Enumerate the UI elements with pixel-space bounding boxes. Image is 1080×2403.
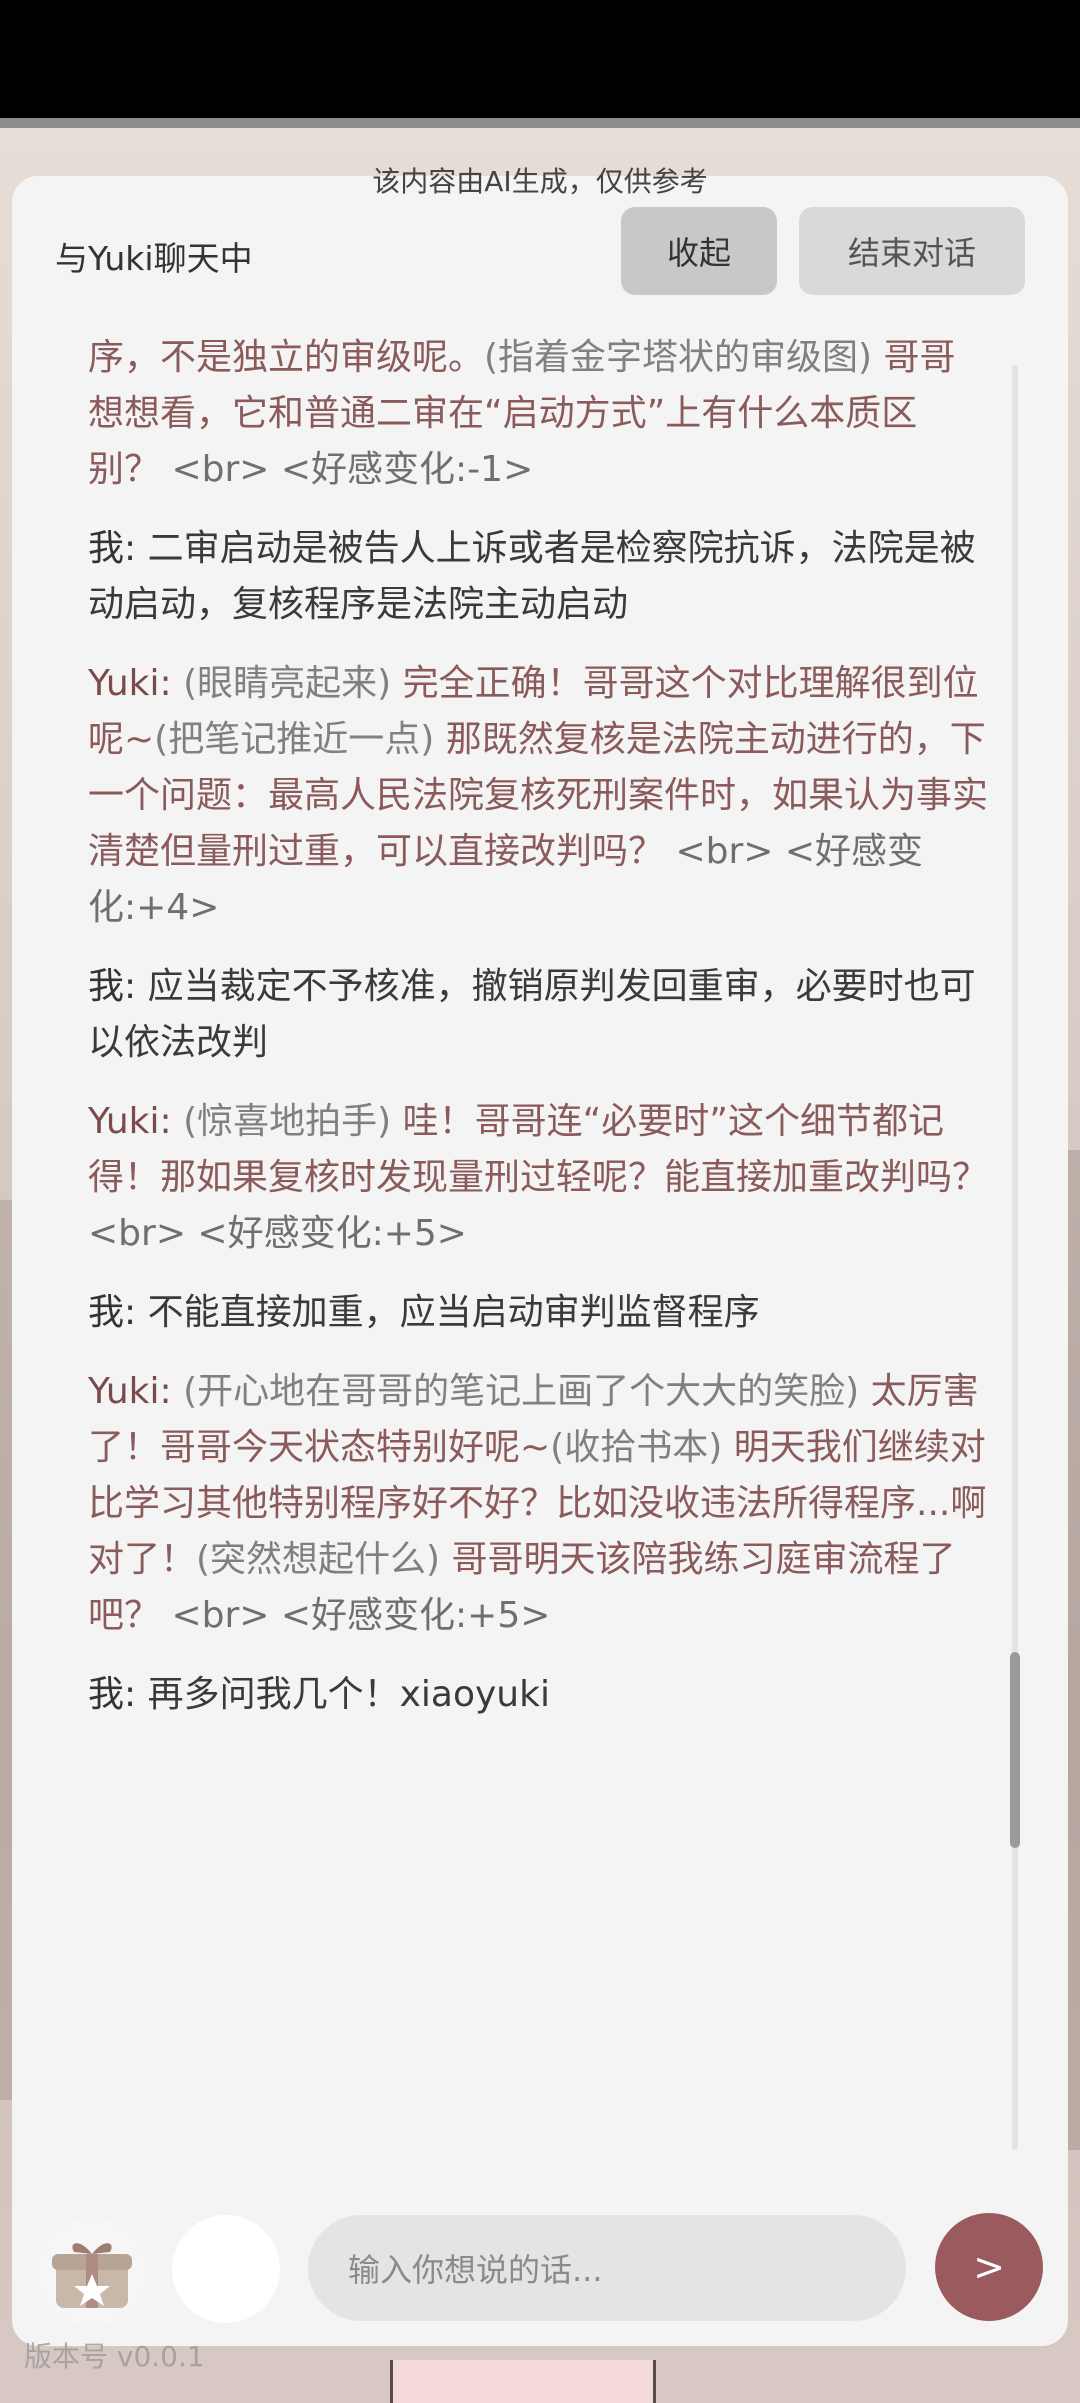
status-bar [0, 0, 1080, 118]
message-action: (突然想起什么) [196, 1539, 441, 1580]
message-text: 应当裁定不予核准，撤销原判发回重审，必要时也可以依法改判 [88, 966, 976, 1063]
message-action: (眼睛亮起来) [183, 663, 392, 704]
status-bar-edge [0, 118, 1080, 128]
end-chat-button[interactable]: 结束对话 [799, 207, 1025, 295]
chat-history[interactable]: 序，不是独立的审级呢。(指着金字塔状的审级图) 哥哥想想看，它和普通二审在“启动… [88, 330, 988, 2160]
scrollbar-thumb[interactable] [1010, 1652, 1020, 1848]
message-meta: <br> <好感变化:+5> [88, 1213, 467, 1254]
message-meta: <br> <好感变化:-1> [160, 449, 534, 490]
message-speaker: 我: [88, 528, 148, 569]
version-label: 版本号 v0.0.1 [24, 2340, 205, 2373]
message-action: (收拾书本) [550, 1427, 723, 1468]
avatar-button[interactable] [172, 2215, 280, 2323]
message-action: (开心地在哥哥的笔记上画了个大大的笑脸) [183, 1371, 860, 1412]
message-meta: <br> <好感变化:+5> [160, 1595, 551, 1636]
message-speaker: Yuki: [88, 663, 184, 704]
background-figure [390, 2360, 656, 2403]
message-speaker: 我: [88, 1674, 148, 1715]
message-text: 二审启动是被告人上诉或者是检察院抗诉，法院是被动启动，复核程序是法院主动启动 [88, 528, 976, 625]
message-speaker: Yuki: [88, 1371, 184, 1412]
user-message: 我: 再多问我几个！xiaoyuki [88, 1667, 988, 1723]
message-action: (惊喜地拍手) [183, 1101, 392, 1142]
yuki-message: 序，不是独立的审级呢。(指着金字塔状的审级图) 哥哥想想看，它和普通二审在“启动… [88, 330, 988, 498]
message-speaker: 我: [88, 1292, 148, 1333]
send-button[interactable]: > [935, 2213, 1043, 2321]
scrollbar-track[interactable] [1012, 365, 1018, 2150]
message-speaker: Yuki: [88, 1101, 184, 1142]
message-speaker: 我: [88, 966, 148, 1007]
yuki-message: Yuki: (惊喜地拍手) 哇！哥哥连“必要时”这个细节都记得！那如果复核时发现… [88, 1094, 988, 1262]
ai-notice: 该内容由AI生成，仅供参考 [372, 165, 708, 198]
chat-title: 与Yuki聊天中 [55, 239, 253, 278]
message-speech: 序，不是独立的审级呢。 [88, 337, 485, 378]
message-action: (把笔记推近一点) [154, 719, 435, 760]
user-message: 我: 应当裁定不予核准，撤销原判发回重审，必要时也可以依法改判 [88, 959, 988, 1071]
message-text: 不能直接加重，应当启动审判监督程序 [147, 1292, 760, 1333]
message-input[interactable]: 输入你想说的话... [308, 2215, 906, 2321]
message-text: 再多问我几个！xiaoyuki [147, 1674, 550, 1715]
gift-box-icon [52, 2243, 132, 2308]
user-message: 我: 不能直接加重，应当启动审判监督程序 [88, 1285, 988, 1341]
collapse-button[interactable]: 收起 [621, 207, 777, 295]
yuki-message: Yuki: (眼睛亮起来) 完全正确！哥哥这个对比理解很到位呢~(把笔记推近一点… [88, 656, 988, 936]
yuki-message: Yuki: (开心地在哥哥的笔记上画了个大大的笑脸) 太厉害了！哥哥今天状态特别… [88, 1364, 988, 1644]
user-message: 我: 二审启动是被告人上诉或者是检察院抗诉，法院是被动启动，复核程序是法院主动启… [88, 521, 988, 633]
message-action: (指着金字塔状的审级图) [484, 337, 873, 378]
gift-button[interactable] [38, 2218, 146, 2326]
